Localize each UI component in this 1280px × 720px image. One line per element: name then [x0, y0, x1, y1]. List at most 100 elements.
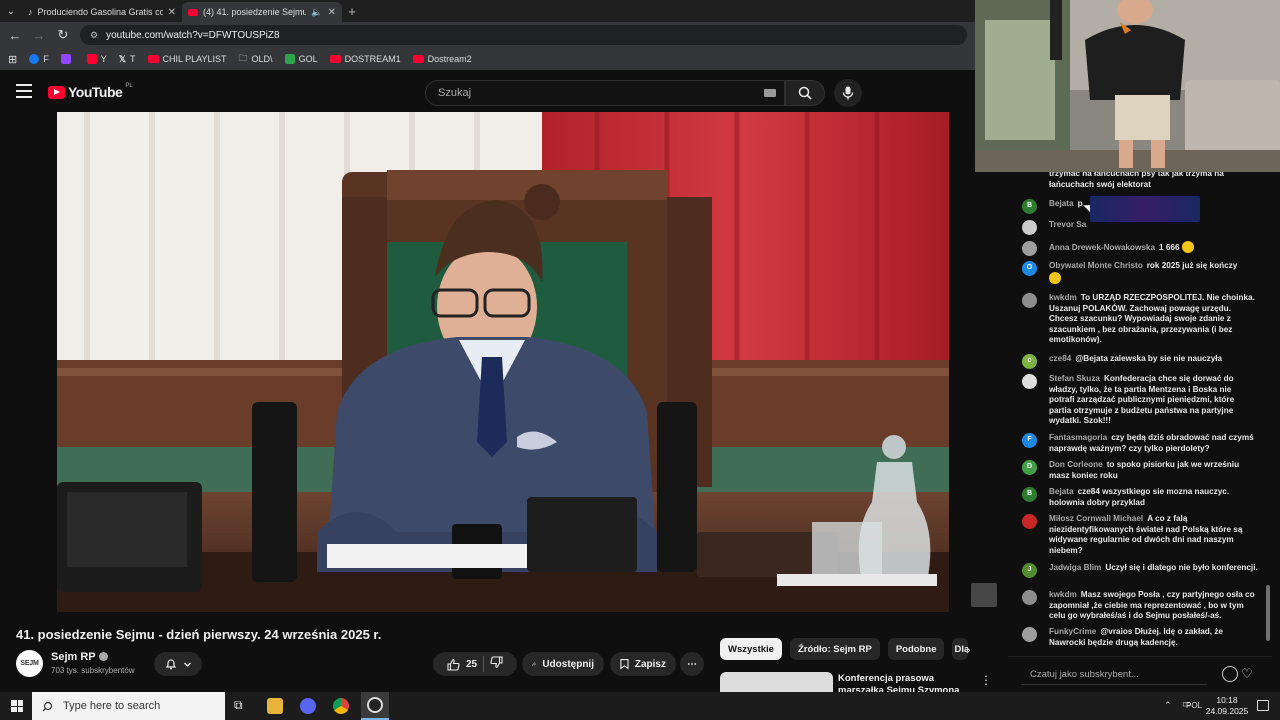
chat-author[interactable]: Trevor Sa	[1049, 220, 1086, 229]
chat-avatar[interactable]	[1022, 374, 1037, 389]
windows-start-icon[interactable]	[11, 700, 23, 712]
url-field[interactable]: ⚙ youtube.com/watch?v=DFWTOUSPiZ8	[80, 25, 967, 45]
language-indicator[interactable]: POL	[1186, 701, 1202, 710]
tab-label: Produciendo Gasolina Gratis con	[37, 7, 163, 17]
taskbar-search-input[interactable]: Type here to search	[32, 692, 225, 720]
chat-avatar[interactable]: J	[1022, 563, 1037, 578]
youtube-logo[interactable]: YouTube PL	[48, 83, 133, 100]
youtube-icon	[147, 55, 159, 63]
more-vertical-icon[interactable]: ⋮	[980, 673, 992, 687]
channel-avatar[interactable]: SEJM	[16, 650, 43, 677]
chat-author[interactable]: Don Corleone	[1049, 460, 1103, 469]
chat-input[interactable]: Czatuj jako subskrybent...	[1021, 663, 1207, 685]
like-divider	[483, 656, 485, 672]
chat-author[interactable]: Miłosz Cornwall Michael	[1049, 514, 1143, 523]
browser-tab-bar: ⌄ ♪ Produciendo Gasolina Gratis con ✕ (4…	[0, 0, 975, 22]
bookmark-item[interactable]: Y	[86, 54, 107, 64]
reload-icon[interactable]: ↻	[56, 27, 70, 43]
bookmark-label: F	[43, 54, 49, 64]
close-icon[interactable]: ✕	[168, 7, 176, 18]
chat-author[interactable]: Anna Drewek-Nowakowska	[1049, 243, 1155, 252]
address-bar: ← → ↻ ⚙ youtube.com/watch?v=DFWTOUSPiZ8	[0, 22, 975, 48]
close-icon[interactable]: ✕	[328, 7, 336, 18]
bookmark-item[interactable]	[60, 54, 75, 64]
chrome-icon[interactable]	[333, 698, 349, 714]
share-button[interactable]: Udostępnij	[522, 652, 604, 676]
chat-avatar[interactable]	[1022, 627, 1037, 642]
search-input[interactable]: Szukaj	[425, 80, 785, 106]
channel-name[interactable]: Sejm RP	[51, 651, 108, 663]
clock[interactable]: 10:18 24.09.2025	[1205, 695, 1249, 717]
chat-input-placeholder: Czatuj jako subskrybent...	[1030, 669, 1139, 680]
chat-avatar[interactable]	[1022, 293, 1037, 308]
chat-avatar[interactable]	[1022, 220, 1037, 235]
bookmark-item[interactable]: 🗀 OLD\	[239, 51, 273, 67]
chat-author[interactable]: Bejata	[1049, 487, 1074, 496]
chat-author[interactable]: kwkdm	[1049, 293, 1077, 302]
tab-list-button[interactable]: ⌄	[0, 0, 22, 22]
chat-message-text: Uczył się i dlatego nie było konferencji…	[1105, 563, 1258, 572]
chat-author[interactable]: Stefan Skuza	[1049, 374, 1100, 383]
chat-avatar[interactable]: D	[1022, 460, 1037, 475]
bookmark-item[interactable]: GOL	[284, 54, 318, 64]
chevron-up-icon[interactable]: ⌃	[1164, 700, 1172, 711]
chip-source[interactable]: Źródło: Sejm RP	[789, 638, 880, 660]
forward-icon[interactable]: →	[32, 28, 46, 43]
chat-avatar[interactable]	[1022, 514, 1037, 529]
bookmark-item[interactable]: 𝕏T	[119, 54, 136, 65]
chat-message: FunkyCrime @vraios Dłużej. Idę o zakład, …	[1008, 627, 1258, 648]
bookmark-item[interactable]: Dostream2	[412, 54, 472, 64]
file-explorer-icon[interactable]	[267, 698, 283, 714]
bookmark-item[interactable]: DOSTREAM1	[329, 54, 401, 64]
browser-tab-2[interactable]: (4) 41. posiedzenie Sejmu - 🔈 ✕	[182, 2, 342, 22]
chat-avatar[interactable]	[1022, 590, 1037, 605]
video-title: 41. posiedzenie Sejmu - dzień pierwszy. …	[16, 627, 382, 642]
keyboard-icon[interactable]	[764, 89, 776, 97]
chat-message-text: rok 2025 już się kończy	[1146, 261, 1238, 270]
channel-watermark[interactable]	[971, 583, 997, 607]
obs-taskbar-item[interactable]	[361, 692, 389, 720]
bookmark-item[interactable]: CHIL PLAYLIST	[147, 54, 227, 64]
voice-search-button[interactable]	[834, 79, 862, 107]
recommendation-thumbnail[interactable]	[720, 672, 833, 694]
speaker-icon[interactable]: 🔈	[311, 7, 322, 18]
discord-icon[interactable]	[300, 698, 316, 714]
task-view-icon[interactable]: ⧉	[234, 698, 250, 714]
chat-avatar[interactable]: c	[1022, 354, 1037, 369]
more-actions-button[interactable]: ⋯	[680, 652, 704, 676]
chat-scrollbar[interactable]	[1266, 585, 1270, 641]
chat-avatar[interactable]	[1022, 241, 1037, 256]
chat-avatar[interactable]: B	[1022, 487, 1037, 502]
bookmark-label: DOSTREAM1	[344, 54, 401, 64]
browser-tab-1[interactable]: ♪ Produciendo Gasolina Gratis con ✕	[22, 2, 182, 22]
chat-author[interactable]: cze84	[1049, 354, 1071, 363]
chip-all[interactable]: Wszystkie	[720, 638, 782, 660]
chat-author[interactable]: Obywatel Monte Christo	[1049, 261, 1143, 270]
chat-author[interactable]: Jadwiga Blim	[1049, 563, 1101, 572]
hamburger-menu-icon[interactable]	[16, 84, 32, 98]
subscriber-count: 703 tys. subskrybentów	[51, 666, 135, 675]
notifications-button[interactable]	[154, 652, 202, 676]
new-tab-button[interactable]: +	[342, 2, 362, 22]
save-button[interactable]: Zapisz	[610, 652, 676, 676]
back-icon[interactable]: ←	[8, 28, 22, 43]
recommendation-title[interactable]: Konferencja prasowa marszałka Sejmu Szym…	[838, 673, 978, 693]
bookmark-item[interactable]: F	[29, 54, 49, 64]
chevron-right-icon[interactable]: ›	[966, 641, 971, 657]
apps-grid-icon[interactable]: ⊞	[8, 53, 17, 66]
chat-author[interactable]: FunkyCrime	[1049, 627, 1096, 636]
chat-author[interactable]: kwkdm	[1049, 590, 1077, 599]
notifications-icon[interactable]	[1257, 700, 1269, 711]
chat-avatar[interactable]: F	[1022, 433, 1037, 448]
chat-avatar[interactable]: B	[1022, 199, 1037, 214]
video-player[interactable]	[57, 112, 949, 612]
like-button[interactable]: 25	[447, 658, 477, 671]
search-button[interactable]	[785, 80, 825, 106]
chip-related[interactable]: Podobne	[887, 638, 945, 660]
chat-author[interactable]: Bejata	[1049, 199, 1074, 208]
chat-avatar[interactable]: O	[1022, 261, 1037, 276]
heart-icon[interactable]: ♡	[1236, 663, 1258, 685]
site-info-icon[interactable]: ⚙	[90, 30, 98, 41]
dislike-button[interactable]	[490, 656, 503, 672]
chat-author[interactable]: Fantasmagoria	[1049, 433, 1107, 442]
